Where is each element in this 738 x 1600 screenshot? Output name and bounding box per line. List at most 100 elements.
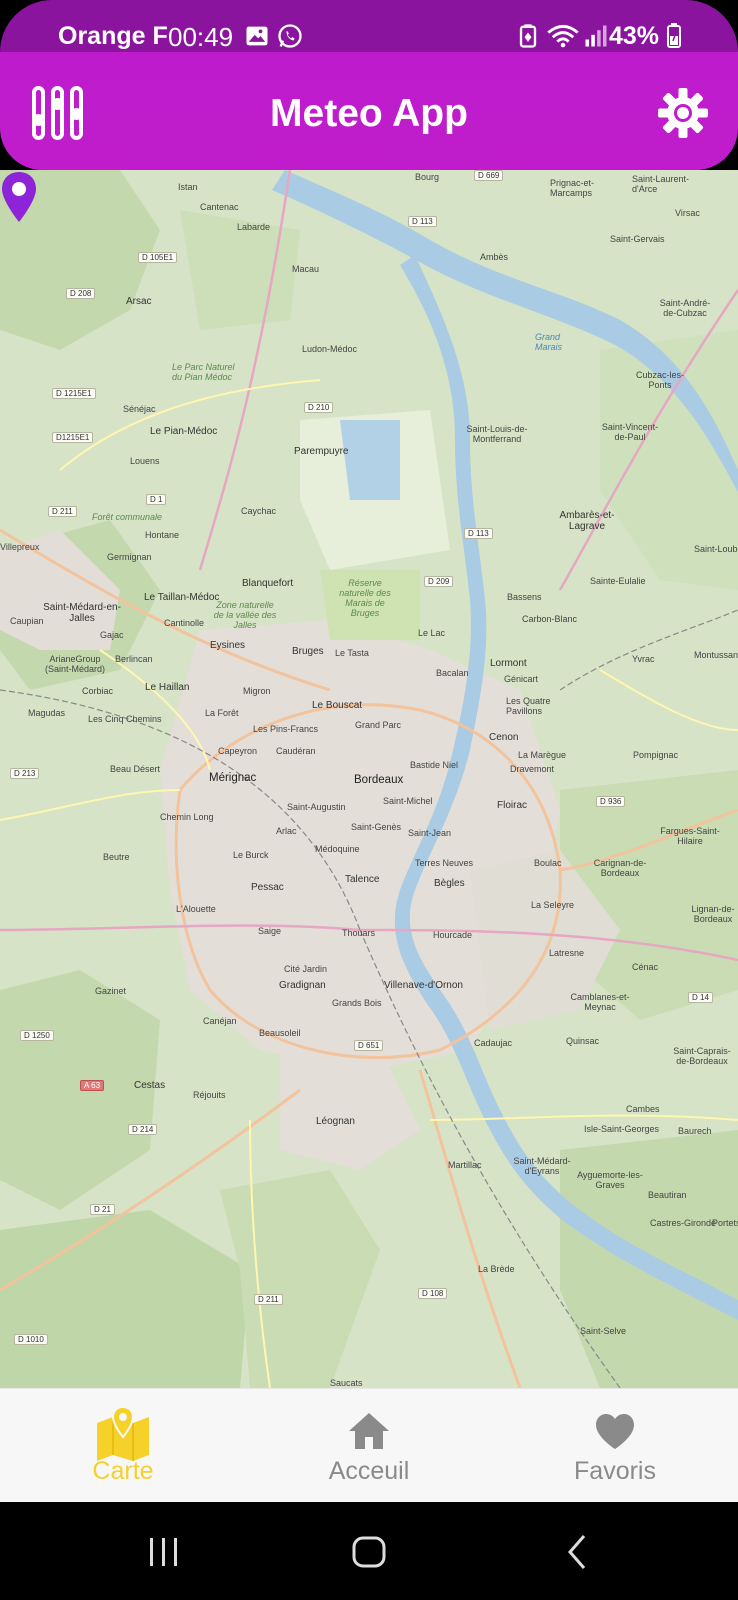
map-label: La Marègue — [518, 750, 567, 760]
map-label: Le Parc Naturel du Pian Médoc — [172, 362, 235, 382]
map-label: Camblanes-et-Meynac — [570, 992, 630, 1012]
nav-item-favoris[interactable]: Favoris — [492, 1389, 738, 1503]
app-header: Orange F 00:49 43% Meteo App — [0, 0, 738, 170]
map-label: Talence — [345, 874, 380, 885]
map-label: Cestas — [134, 1080, 166, 1091]
map-label: Bègles — [434, 878, 465, 889]
battery-saver-icon — [519, 24, 537, 48]
nav-item-carte[interactable]: Carte — [0, 1389, 246, 1503]
map-label: Le Bouscat — [312, 700, 363, 711]
map-label: Parempuyre — [294, 446, 349, 457]
map-label: Hourcade — [433, 930, 473, 940]
road-tag: D 21 — [90, 1204, 115, 1215]
home-icon — [349, 1413, 389, 1449]
road-tag: D 1 — [146, 494, 167, 505]
map-label: Villenave-d'Ornon — [384, 980, 463, 991]
map-view[interactable]: Bourg Prignac-et-Marcamps Saint-Laurent-… — [0, 170, 738, 1388]
bottom-navigation: Carte Acceuil Favoris — [0, 1388, 738, 1502]
map-label: Les Cinq Chemins — [88, 714, 162, 724]
map-label: Castres-Gironde — [650, 1218, 717, 1228]
map-label: Cubzac-les-Ponts — [635, 370, 684, 390]
map-label: Bacalan — [436, 668, 469, 678]
road-tag: A 63 — [80, 1080, 105, 1091]
road-tag: D 208 — [66, 288, 96, 299]
road-tag: D 651 — [354, 1040, 384, 1051]
road-tag: D 211 — [48, 506, 77, 517]
map-label: La Seleyre — [531, 900, 575, 910]
map-label: Berlincan — [115, 654, 153, 664]
whatsapp-icon — [278, 24, 302, 48]
map-label: Hontane — [145, 530, 180, 540]
carrier-name: Orange F — [58, 22, 168, 50]
map-label: Carignan-de-Bordeaux — [593, 858, 647, 878]
map-label: Saint-André-de-Cubzac — [659, 298, 711, 318]
map-label: Grands Bois — [332, 998, 382, 1008]
road-tag: D 113 — [464, 528, 493, 539]
battery-percentage: 43% — [609, 22, 682, 51]
map-label: Germignan — [107, 552, 152, 562]
map-label: Les Pins-Francs — [253, 724, 319, 734]
map-label: La Forêt — [205, 708, 239, 718]
map-label: ArianeGroup (Saint-Médard) — [44, 654, 106, 674]
map-pin-icon — [97, 1405, 149, 1461]
home-button-icon[interactable] — [349, 1532, 389, 1572]
map-label: Le Haillan — [145, 682, 190, 693]
map-label: Pessac — [251, 882, 284, 893]
clock: 00:49 — [168, 22, 234, 52]
map-label: Le Pian-Médoc — [150, 426, 218, 437]
location-pin-icon[interactable] — [0, 170, 38, 224]
road-tag: D 209 — [424, 576, 454, 587]
map-label: Capeyron — [218, 746, 258, 756]
map-label: Saint-Jean — [408, 828, 452, 838]
road-tag: D 108 — [418, 1288, 448, 1299]
map-label: Le Taillan-Médoc — [144, 592, 220, 603]
map-label: Sénéjac — [123, 404, 156, 414]
map-label: Labarde — [237, 222, 271, 232]
back-icon[interactable] — [558, 1532, 598, 1572]
map-label: Saint-Médard-en-Jalles — [43, 602, 121, 624]
map-label: Cambes — [626, 1104, 660, 1114]
map-label: L'Alouette — [176, 904, 216, 914]
map-label: Les Quatre Pavillons — [506, 696, 551, 716]
map-label: Saige — [258, 926, 282, 936]
map-label: Cité Jardin — [284, 964, 328, 974]
road-tag: D 1250 — [20, 1030, 54, 1041]
map-label: Ayguemorte-les-Graves — [577, 1170, 643, 1190]
map-label: Saint-Gervais — [610, 234, 665, 244]
map-label: Ludon-Médoc — [302, 344, 358, 354]
map-label: Boulac — [534, 858, 562, 868]
map-label: Magudas — [28, 708, 66, 718]
map-label: Saint-Caprais-de-Bordeaux — [673, 1046, 731, 1066]
map-label: Latresne — [549, 948, 585, 958]
heart-icon — [596, 1414, 634, 1449]
road-tag: D 1215E1 — [52, 388, 96, 399]
map-label: Corbiac — [82, 686, 114, 696]
map-label-bordeaux: Bordeaux — [354, 774, 404, 786]
settings-gear-icon[interactable] — [654, 84, 712, 142]
map-label: Médoquine — [315, 844, 360, 854]
map-label: Thouars — [342, 928, 376, 938]
map-label: Ambarès-et-Lagrave — [559, 510, 615, 532]
battery-charging-icon — [667, 23, 681, 48]
map-label: Caupian — [10, 616, 44, 626]
map-label: Caychac — [241, 506, 277, 516]
map-label: Louens — [130, 456, 160, 466]
map-label: Isle-Saint-Georges — [584, 1124, 660, 1134]
map-label: Pompignac — [633, 750, 679, 760]
map-label: Carbon-Blanc — [522, 614, 578, 624]
map-label: Portets — [712, 1218, 738, 1228]
map-label: Canéjan — [203, 1016, 237, 1026]
map-label: Saint-Louis-de-Montferrand — [466, 424, 528, 444]
map-label: Saint-Selve — [580, 1326, 627, 1336]
road-tag: D 214 — [128, 1124, 158, 1135]
map-label: Virsac — [675, 208, 700, 218]
map-label: Migron — [243, 686, 271, 696]
road-tag: D 14 — [688, 992, 713, 1003]
nav-item-acceuil[interactable]: Acceuil — [246, 1389, 492, 1503]
road-tag: D 213 — [10, 768, 40, 779]
map-label: Baurech — [678, 1126, 712, 1136]
road-tag: D 105E1 — [138, 252, 178, 263]
map-label: Ambès — [480, 252, 509, 262]
map-label: Forêt communale — [92, 512, 163, 522]
recent-apps-icon[interactable] — [144, 1532, 184, 1572]
